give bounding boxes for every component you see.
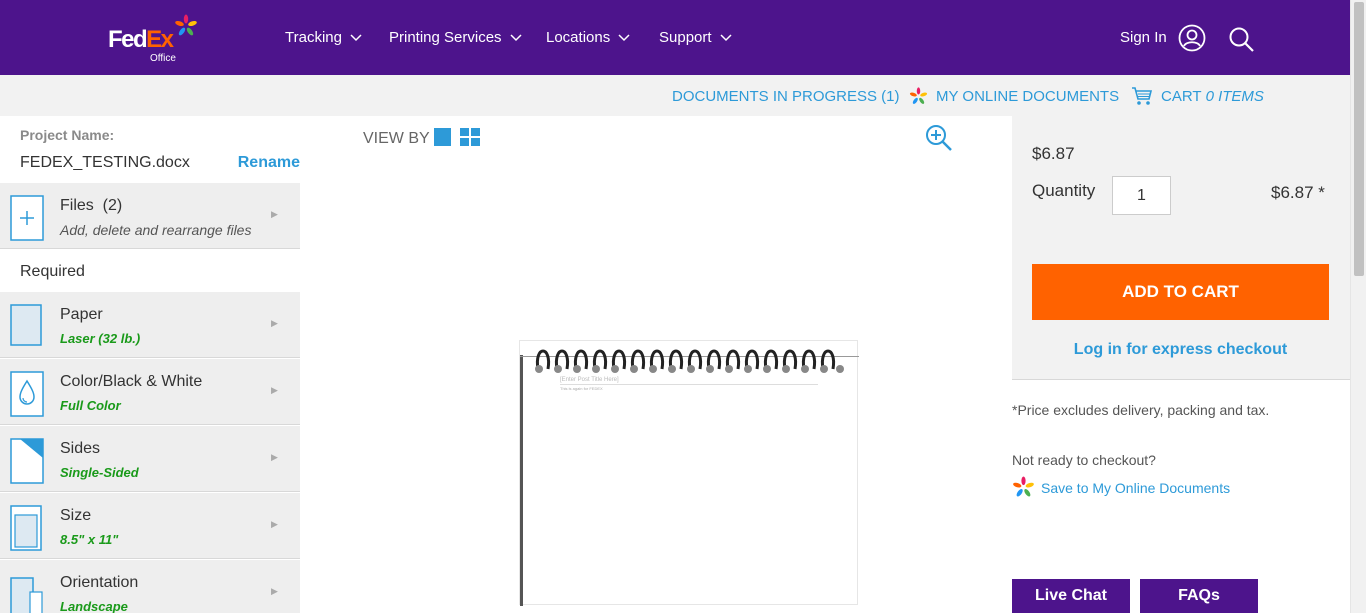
chevron-down-icon [510,33,522,41]
nav-locations[interactable]: Locations [546,29,630,46]
user-account-icon[interactable] [1178,24,1206,52]
document-title-text: [Enter Post Title Here] [560,377,619,383]
sign-in-link[interactable]: Sign In [1120,29,1167,46]
single-page-view-icon[interactable] [434,128,451,146]
chevron-right-icon: ▶ [271,519,278,529]
nav-tracking[interactable]: Tracking [285,29,362,46]
grid-view-icon[interactable] [460,128,480,146]
nav-printing-services[interactable]: Printing Services [389,29,522,46]
save-to-online-documents-link[interactable]: Save to My Online Documents [1012,476,1230,499]
files-option[interactable]: Files (2) Add, delete and rearrange file… [0,183,300,249]
fedex-flower-icon [909,87,928,104]
sides-icon [10,438,44,484]
not-ready-text: Not ready to checkout? [1012,452,1156,468]
zoom-in-icon[interactable] [925,124,953,152]
price-disclaimer: *Price excludes delivery, packing and ta… [1012,402,1270,418]
my-online-documents-link[interactable]: MY ONLINE DOCUMENTS [909,87,1119,106]
project-name-label: Project Name: [20,127,115,143]
quantity-input[interactable] [1112,176,1171,215]
add-to-cart-button[interactable]: ADD TO CART [1032,264,1329,320]
spiral-binding-graphic [535,349,844,373]
fedex-flower-icon [1013,476,1034,497]
cart-item-count: 0 ITEMS [1205,87,1264,105]
files-title: Files [60,197,94,214]
top-nav: FedEx Office Tracking Printing Services … [0,0,1350,75]
fedex-office-flower-icon [175,14,197,36]
files-subtitle: Add, delete and rearrange files [60,222,252,238]
document-preview[interactable]: [Enter Post Title Here] This is again fo… [519,340,859,606]
nav-support[interactable]: Support [659,29,732,46]
paper-size-icon [10,505,42,551]
view-by-label: VIEW BY [363,130,430,147]
chevron-right-icon: ▶ [271,385,278,395]
documents-in-progress-link[interactable]: DOCUMENTS IN PROGRESS (1) [672,88,900,105]
option-size[interactable]: Size 8.5" x 11" ▶ [0,493,300,559]
live-chat-button[interactable]: Live Chat [1012,579,1130,613]
fedex-office-logo[interactable]: FedEx Office [108,14,200,64]
paper-icon [10,304,42,346]
faqs-button[interactable]: FAQs [1140,579,1258,613]
rename-link[interactable]: Rename [238,154,300,172]
chevron-down-icon [350,33,362,41]
page-scrollbar[interactable] [1350,0,1366,613]
orientation-icon [10,577,43,613]
search-icon[interactable] [1228,26,1256,54]
chevron-right-icon: ▶ [271,586,278,596]
option-orientation[interactable]: Orientation Landscape ▶ [0,560,300,613]
chevron-down-icon [618,33,630,41]
required-section-label: Required [20,263,85,280]
chevron-right-icon: ▶ [271,318,278,328]
option-paper[interactable]: Paper Laser (32 lb.) ▶ [0,292,300,358]
chevron-right-icon: ▶ [271,452,278,462]
total-price: $6.87 * [1271,183,1325,202]
files-count: (2) [102,197,123,214]
chevron-right-icon: ▶ [271,209,278,219]
option-color[interactable]: Color/Black & White Full Color ▶ [0,359,300,425]
chevron-down-icon [720,33,732,41]
quantity-label: Quantity [1032,181,1096,200]
project-name: FEDEX_TESTING.docx [20,154,190,171]
add-file-icon [10,195,44,241]
options-panel: Project Name: FEDEX_TESTING.docx Rename … [0,116,300,613]
scrollbar-thumb[interactable] [1354,2,1364,276]
cart-link[interactable]: CART 0 ITEMS [1131,86,1264,106]
option-sides[interactable]: Sides Single-Sided ▶ [0,426,300,492]
ink-drop-icon [10,371,44,417]
document-body-text: This is again for FEDEX [560,386,603,391]
shopping-cart-icon [1132,87,1153,105]
express-checkout-login-link[interactable]: Log in for express checkout [1032,341,1329,359]
unit-price: $6.87 [1032,144,1075,163]
project-toolbar: DOCUMENTS IN PROGRESS (1) MY ONLINE DOCU… [0,75,1350,116]
